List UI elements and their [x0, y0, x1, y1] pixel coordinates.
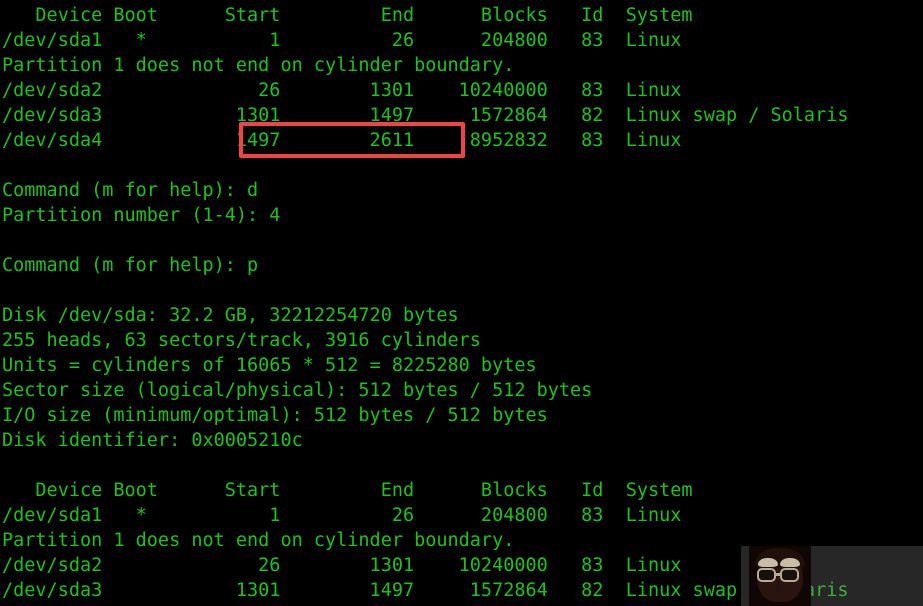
terminal-line: I/O size (minimum/optimal): 512 bytes / …: [2, 405, 548, 426]
terminal-line: /dev/sda3 1301 1497 1572864 82 Linux swa…: [2, 105, 849, 126]
terminal-line: 255 heads, 63 sectors/track, 3916 cylind…: [2, 330, 481, 351]
terminal-line: Sector size (logical/physical): 512 byte…: [2, 380, 593, 401]
terminal-line: /dev/sda1 * 1 26 204800 83 Linux: [2, 30, 682, 51]
terminal-line: /dev/sda4 1497 2611 8952832 83 Linux: [2, 130, 682, 151]
terminal-line: Command (m for help): p: [2, 255, 259, 276]
terminal-line: Disk /dev/sda: 32.2 GB, 32212254720 byte…: [2, 305, 459, 326]
terminal-line: Command (m for help): d: [2, 180, 259, 201]
terminal-line: Device Boot Start End Blocks Id System: [2, 5, 693, 26]
terminal-line: Partition 1 does not end on cylinder bou…: [2, 55, 515, 76]
terminal-line: Partition number (1-4): 4: [2, 205, 281, 226]
terminal-line: /dev/sda2 26 1301 10240000 83 Linux: [2, 555, 682, 576]
terminal-line: Units = cylinders of 16065 * 512 = 82252…: [2, 355, 537, 376]
terminal-line: /dev/sda2 26 1301 10240000 83 Linux: [2, 80, 682, 101]
terminal-output[interactable]: Device Boot Start End Blocks Id System/d…: [0, 0, 923, 606]
terminal-line: /dev/sda3 1301 1497 1572864 82 Linux swa…: [2, 580, 849, 601]
terminal-line: Disk identifier: 0x0005210c: [2, 430, 303, 451]
terminal-line: Partition 1 does not end on cylinder bou…: [2, 530, 515, 551]
terminal-line: Device Boot Start End Blocks Id System: [2, 480, 693, 501]
terminal-line: /dev/sda1 * 1 26 204800 83 Linux: [2, 505, 682, 526]
